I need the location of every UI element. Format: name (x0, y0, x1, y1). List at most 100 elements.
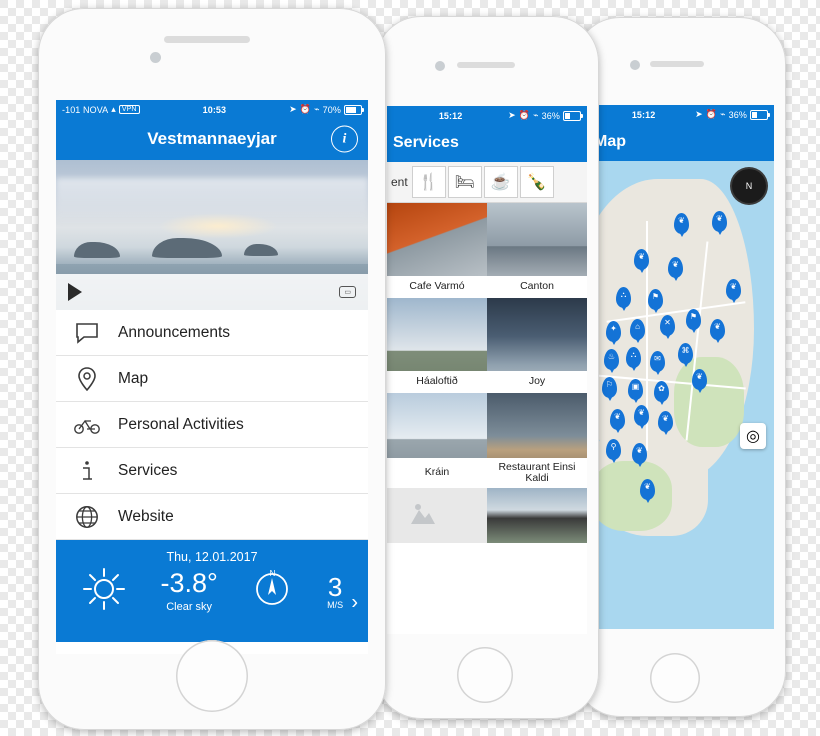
weather-date: Thu, 12.01.2017 (166, 550, 258, 564)
map-pin-icon: ❦ (696, 372, 703, 381)
service-tile[interactable]: Joy (487, 298, 587, 393)
video-controls[interactable]: ▭ (56, 274, 368, 310)
phone2-nav-bar: Services (387, 124, 587, 162)
cc-badge[interactable]: ▭ (339, 286, 356, 298)
category-filter-bar[interactable]: ent 🍴 🛏 ☕ 🍾 (387, 162, 587, 203)
earpiece-speaker (457, 62, 515, 68)
menu-item-website[interactable]: Website (56, 494, 368, 540)
chevron-right-icon[interactable]: › (351, 592, 358, 615)
map-pin[interactable]: ❦ (610, 409, 625, 430)
status-time: 15:12 (631, 109, 656, 120)
map-pin[interactable]: ⚑ (686, 309, 701, 330)
phone3-screen: 15:12 ➤ ⏰ ⌁ 36% Map N ◎ ❦ ❦ ❦ ❦ ⛬ ⚑ ❦ ✦ … (586, 105, 774, 629)
bed-icon[interactable]: 🛏 (447, 166, 482, 198)
map-pin[interactable]: ▣ (628, 379, 643, 400)
battery-percent: 36% (728, 109, 747, 120)
map-pin[interactable]: ⌘ (678, 343, 693, 364)
menu-item-map[interactable]: Map (56, 356, 368, 402)
service-tile[interactable]: Restaurant Einsi Kaldi (487, 393, 587, 488)
map-pin[interactable]: ❦ (712, 211, 727, 232)
battery-icon (749, 109, 770, 120)
home-button[interactable] (650, 653, 700, 703)
map-pin[interactable]: ⛬ (616, 287, 631, 308)
map-pin[interactable]: ❦ (658, 411, 673, 432)
map-canvas[interactable]: N ◎ ❦ ❦ ❦ ❦ ⛬ ⚑ ❦ ✦ ⌂ ✕ ⚑ ❦ ♨ ⛬ ✉ ⌘ ⚐ ▣ ✿ ❦ ❦ ❦ ❦ ⚲ ❦ ❦ (586, 161, 774, 629)
alarm-icon: ⏰ (705, 109, 718, 119)
map-pin[interactable]: ❦ (634, 405, 649, 426)
service-tile[interactable]: Kráin (387, 393, 487, 488)
map-pin-icon: ❦ (614, 412, 621, 421)
globe-icon (74, 504, 100, 530)
weather-widget[interactable]: Thu, 12.01.2017 -3.8° Clear sky N 3 M/S … (56, 540, 368, 642)
coffee-cup-icon[interactable]: ☕ (483, 166, 518, 198)
map-pin[interactable]: ❦ (692, 369, 707, 390)
home-button[interactable] (457, 647, 513, 703)
menu-item-announcements[interactable]: Announcements (56, 310, 368, 356)
main-menu: Announcements Map Personal Activities Se… (56, 310, 368, 540)
home-button[interactable] (176, 640, 248, 712)
phone-device-services: 15:12 ➤ ⏰ ⌁ 36% Services ent 🍴 🛏 ☕ � (375, 16, 599, 719)
location-arrow-icon: ➤ (695, 109, 703, 119)
page-title: Vestmannaeyjar (147, 129, 277, 148)
service-tile[interactable] (487, 488, 587, 543)
map-pin[interactable]: ✦ (606, 321, 621, 342)
phone-device-home: -101 NOVA ▴ VPN 10:53 ➤ ⏰ ⌁ 70% Vestmann… (38, 8, 386, 730)
map-pin-icon: ❦ (714, 322, 721, 331)
map-pin[interactable]: ❦ (674, 213, 689, 234)
map-pin[interactable]: ⚐ (602, 377, 617, 398)
wind-speed: 3 (327, 571, 343, 602)
phone3-nav-bar: Map (586, 123, 774, 161)
map-pin-icon: ✦ (610, 324, 617, 333)
locate-me-button[interactable]: ◎ (740, 423, 766, 449)
menu-item-services[interactable]: Services (56, 448, 368, 494)
map-pin-icon: ❦ (644, 482, 651, 491)
information-icon (74, 458, 100, 484)
map-pin-icon: ❦ (678, 216, 685, 225)
map-pin-icon: ❦ (638, 408, 645, 417)
map-pin[interactable]: ❦ (640, 479, 655, 500)
menu-item-personal-activities[interactable]: Personal Activities (56, 402, 368, 448)
service-tile[interactable]: Canton (487, 203, 587, 298)
video-hero[interactable]: ▭ (56, 160, 368, 310)
map-pin[interactable]: ❦ (726, 279, 741, 300)
screenshot-stage: 15:12 ➤ ⏰ ⌁ 36% Map N ◎ ❦ ❦ ❦ ❦ ⛬ ⚑ ❦ ✦ … (0, 0, 820, 736)
map-pin[interactable]: ❦ (710, 319, 725, 340)
phone-device-map: 15:12 ➤ ⏰ ⌁ 36% Map N ◎ ❦ ❦ ❦ ❦ ⛬ ⚑ ❦ ✦ … (574, 17, 786, 717)
phone1-screen: -101 NOVA ▴ VPN 10:53 ➤ ⏰ ⌁ 70% Vestmann… (56, 100, 368, 654)
map-pin[interactable]: ✕ (660, 315, 675, 336)
map-pin-icon: ❦ (638, 252, 645, 261)
hero-sun-glow (158, 213, 279, 239)
map-park-area (674, 357, 744, 447)
map-pin[interactable]: ❦ (634, 249, 649, 270)
map-pin[interactable]: ✉ (650, 351, 665, 372)
cutlery-icon[interactable]: 🍴 (411, 166, 446, 198)
map-pin[interactable]: ⌂ (630, 319, 645, 340)
front-camera (435, 61, 445, 71)
vpn-badge: VPN (118, 105, 140, 114)
map-pin[interactable]: ⚲ (606, 439, 621, 460)
bottle-icon[interactable]: 🍾 (519, 166, 554, 198)
battery-icon (562, 110, 583, 121)
compass-control[interactable]: N (732, 169, 766, 203)
map-pin[interactable]: ⛬ (626, 347, 641, 368)
map-pin[interactable]: ⚑ (648, 289, 663, 310)
play-icon[interactable] (68, 283, 82, 301)
earpiece-speaker (650, 61, 704, 67)
map-pin[interactable]: ❦ (668, 257, 683, 278)
service-tile[interactable]: Cafe Varmó (387, 203, 487, 298)
service-tile[interactable]: Háaloftið (387, 298, 487, 393)
map-pin-icon: ⌂ (635, 322, 640, 331)
map-pin[interactable]: ✿ (654, 381, 669, 402)
map-pin-icon: ⚑ (689, 312, 698, 321)
location-arrow-icon: ➤ (508, 110, 516, 120)
map-pin[interactable]: ❦ (632, 443, 647, 464)
menu-item-label: Map (118, 369, 149, 387)
bluetooth-icon: ⌁ (314, 104, 320, 114)
alarm-icon: ⏰ (299, 104, 312, 114)
compass-icon: N (251, 568, 293, 615)
info-button[interactable]: i (331, 125, 358, 153)
phone1-nav-bar: Vestmannaeyjar i (56, 118, 368, 160)
map-pin[interactable]: ♨ (604, 349, 619, 370)
service-tile[interactable] (387, 488, 487, 543)
front-camera (150, 52, 161, 63)
